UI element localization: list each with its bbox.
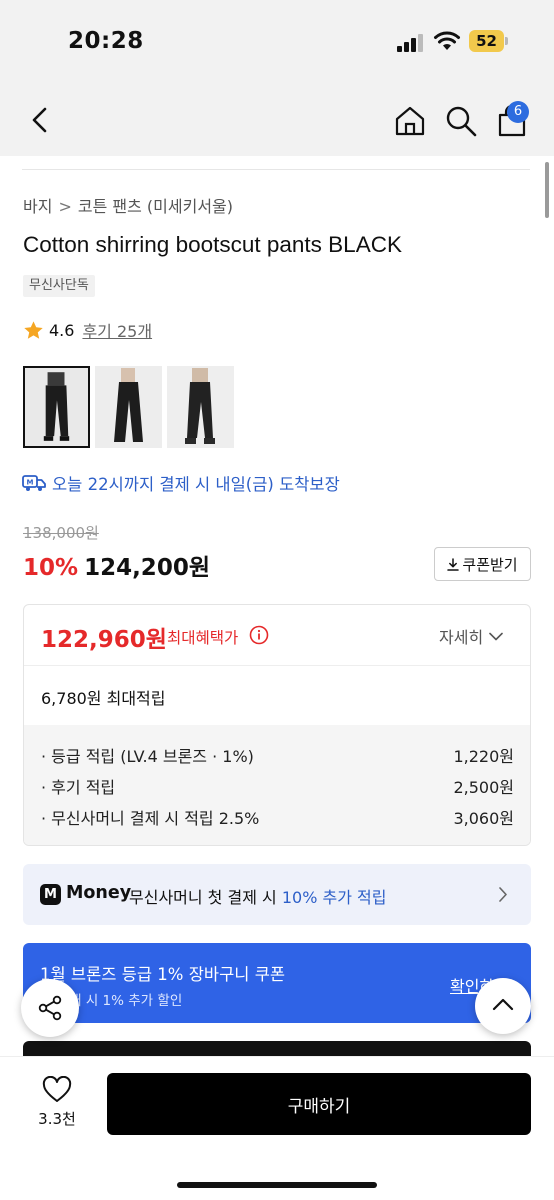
money-banner-text: 무신사머니 첫 결제 시 10% 추가 적립 [129,884,386,908]
like-button[interactable]: 3.3천 [34,1076,80,1136]
like-count: 3.3천 [38,1110,76,1128]
sale-price-row: 10% 124,200원 [23,548,210,582]
exclusive-tag: 무신사단독 [23,275,95,297]
delivery-guarantee[interactable]: M 오늘 22시까지 결제 시 내일(금) 도착보장 [22,471,340,495]
rating-row: 4.6 후기 25개 [23,318,152,342]
grade-coupon-banner[interactable]: 1월 브론즈 등급 1% 장바구니 쿠폰 상 구매 시 1% 추가 할인 확인하… [23,943,531,1023]
buy-button[interactable]: 구매하기 [107,1073,531,1135]
product-title: Cotton shirring bootscut pants BLACK [23,232,402,257]
points-row-label: · 등급 적립 (LV.4 브론즈 · 1%) [41,747,254,766]
product-image [95,366,162,448]
home-icon[interactable] [393,104,427,138]
buy-button-label: 구매하기 [287,1096,351,1117]
battery-icon: 52 [469,30,509,52]
svg-text:M: M [27,479,34,487]
money-brand: Money [66,883,132,903]
cart-count-badge: 6 [507,101,529,123]
money-logo-icon: M [40,884,61,905]
breadcrumb-separator: > [58,197,72,216]
benefit-summary-card: 122,960원 최대혜택가 자세히 6,780원 최대적립 · 등급 적립 (… [23,604,531,846]
heart-icon [42,1076,72,1102]
original-price: 138,000원 [23,524,99,542]
breadcrumb-item-category[interactable]: 바지 [23,197,52,216]
benefit-header: 122,960원 최대혜택가 자세히 [24,605,530,666]
scroll-to-top-button[interactable] [475,978,531,1034]
sale-price: 124,200원 [84,555,210,581]
points-row: · 후기 적립 2,500원 [41,774,514,798]
benefit-detail-toggle[interactable]: 자세히 [439,624,503,648]
money-banner-highlight: 10% 추가 적립 [281,888,387,907]
get-coupon-label: 쿠폰받기 [462,555,518,574]
share-icon [38,995,62,1021]
back-arrow-icon[interactable] [26,104,54,136]
cellular-signal-icon [397,34,423,52]
points-row: · 등급 적립 (LV.4 브론즈 · 1%) 1,220원 [41,743,514,767]
points-row-value: 2,500원 [453,778,514,797]
thumbnail-3[interactable] [167,366,234,448]
points-row: · 무신사머니 결제 시 적립 2.5% 3,060원 [41,805,514,829]
breadcrumb: 바지 > 코튼 팬츠 (미세키서울) [23,193,233,217]
product-image [167,366,234,448]
delivery-text: 오늘 22시까지 결제 시 내일(금) 도착보장 [52,475,340,494]
status-time: 20:28 [68,28,144,54]
chevron-up-icon [492,998,514,1011]
thumbnail-2[interactable] [95,366,162,448]
home-indicator [177,1182,377,1188]
points-row-value: 3,060원 [453,809,514,828]
scrollbar[interactable] [545,162,549,218]
chevron-right-icon [499,887,507,902]
points-row-label: · 후기 적립 [41,778,116,797]
thumbnail-strip [23,366,234,448]
share-button[interactable] [21,979,79,1037]
rating-score: 4.6 [49,320,75,340]
max-benefit-price: 122,960원 [41,627,167,653]
discount-percent: 10% [23,555,79,581]
breadcrumb-item-subcategory[interactable]: 코튼 팬츠 (미세키서울) [78,197,233,216]
star-icon [24,320,43,339]
delivery-truck-icon: M [22,475,46,491]
max-points-total: 6,780원 최대적립 [41,689,166,708]
divider [22,169,530,170]
chevron-down-icon [489,632,503,640]
wifi-icon [434,31,460,50]
thumbnail-1[interactable] [23,366,90,448]
points-row-label: · 무신사머니 결제 시 적립 2.5% [41,809,260,828]
download-icon [447,557,460,571]
top-nav [0,84,554,156]
search-icon[interactable] [444,104,478,138]
get-coupon-button[interactable]: 쿠폰받기 [434,547,531,581]
musinsa-money-banner[interactable]: M Money 무신사머니 첫 결제 시 10% 추가 적립 [23,864,531,925]
status-bar: 20:28 52 [0,0,554,84]
points-breakdown: · 등급 적립 (LV.4 브론즈 · 1%) 1,220원 · 후기 적립 2… [24,725,530,845]
max-benefit-label: 최대혜택가 [167,629,239,647]
detail-label: 자세히 [439,628,484,647]
battery-level: 52 [469,30,504,52]
coupon-banner-title: 1월 브론즈 등급 1% 장바구니 쿠폰 [40,965,286,984]
info-icon[interactable] [249,625,269,645]
review-count-link[interactable]: 후기 25개 [82,318,152,342]
money-banner-desc: 무신사머니 첫 결제 시 [129,888,282,907]
points-row-value: 1,220원 [453,747,514,766]
product-image [25,368,88,446]
